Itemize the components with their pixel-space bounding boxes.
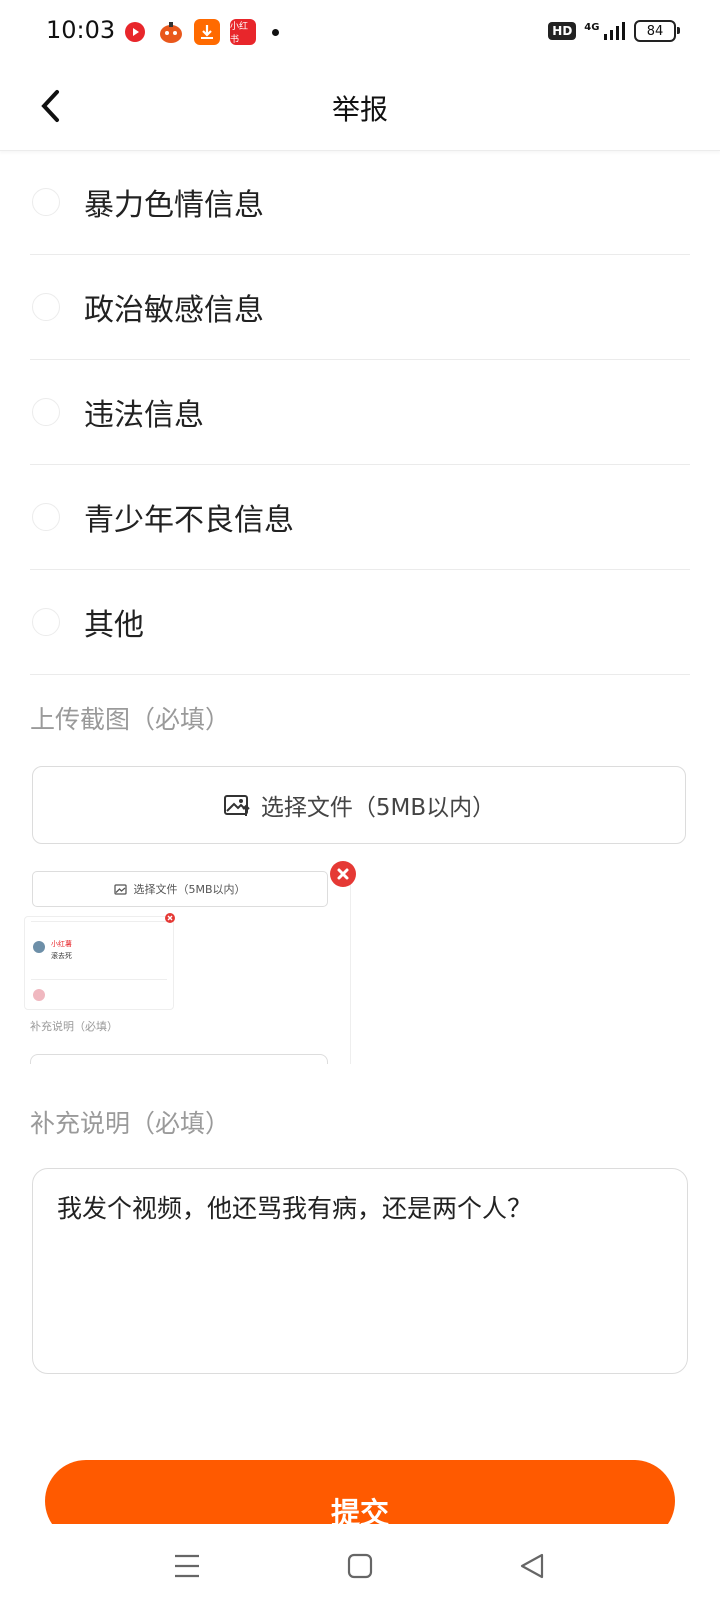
option-other[interactable]: 其他 (30, 570, 690, 675)
image-upload-icon (223, 795, 250, 816)
back-nav-button[interactable] (512, 1546, 552, 1586)
mini-app-icon: 小红书 (230, 19, 256, 45)
avatar (33, 941, 45, 953)
video-app-icon (122, 19, 148, 45)
option-violence[interactable]: 暴力色情信息 (30, 150, 690, 255)
image-upload-icon (114, 883, 128, 895)
hd-badge: HD (548, 22, 577, 40)
report-options: 暴力色情信息 政治敏感信息 违法信息 青少年不良信息 其他 (30, 150, 690, 675)
header: 举报 (0, 66, 720, 151)
menu-icon (175, 1554, 199, 1578)
battery-icon: 84 (634, 20, 680, 42)
home-button[interactable] (340, 1546, 380, 1586)
page-title: 举报 (331, 93, 388, 126)
thumbnail-upload-button: 选择文件（5MB以内） (32, 871, 328, 907)
thumbnail-upload-label: 选择文件（5MB以内） (133, 883, 246, 896)
thumbnail-input (30, 1054, 328, 1064)
menu-button[interactable] (167, 1546, 207, 1586)
square-icon (347, 1553, 373, 1579)
option-label: 暴力色情信息 (84, 188, 264, 223)
notification-icons: 小红书 (122, 19, 279, 45)
avatar (33, 989, 45, 1001)
option-label: 青少年不良信息 (84, 503, 294, 538)
thumbnail-user-name: 小红薯 (51, 940, 72, 948)
radio-button[interactable] (32, 188, 60, 216)
option-illegal[interactable]: 违法信息 (30, 360, 690, 465)
status-time: 10:03 (46, 16, 116, 44)
close-icon (165, 913, 175, 923)
game-app-icon (158, 19, 184, 45)
triangle-back-icon (520, 1553, 544, 1579)
description-textarea[interactable]: 我发个视频，他还骂我有病，还是两个人？ (32, 1168, 688, 1374)
option-label: 其他 (84, 608, 144, 643)
option-label: 违法信息 (84, 398, 204, 433)
thumbnail-comment: 滚去死 (51, 952, 72, 960)
close-icon (337, 868, 349, 880)
upload-button[interactable]: 选择文件（5MB以内） (32, 766, 686, 844)
status-bar: 10:03 小红书 HD 4G 84 (0, 0, 720, 66)
radio-button[interactable] (32, 608, 60, 636)
upload-button-label: 选择文件（5MB以内） (260, 795, 496, 821)
radio-button[interactable] (32, 293, 60, 321)
delete-image-button[interactable] (330, 861, 356, 887)
notification-dot-icon (272, 28, 279, 36)
system-nav-bar (0, 1524, 720, 1612)
description-section-label: 补充说明（必填） (30, 1109, 231, 1138)
download-app-icon (194, 19, 220, 45)
network-label: 4G (584, 22, 600, 33)
uploaded-thumbnail[interactable]: 选择文件（5MB以内） 小红薯 滚去死 补充说明（必填） (14, 868, 351, 1064)
option-minor[interactable]: 青少年不良信息 (30, 465, 690, 570)
option-political[interactable]: 政治敏感信息 (30, 255, 690, 360)
thumbnail-comment-card: 小红薯 滚去死 (24, 913, 175, 1010)
upload-section-label: 上传截图（必填） (30, 705, 231, 734)
thumbnail-label: 补充说明（必填） (30, 1020, 118, 1033)
option-label: 政治敏感信息 (84, 293, 264, 328)
radio-button[interactable] (32, 503, 60, 531)
status-right: HD 4G 84 (548, 20, 680, 42)
radio-button[interactable] (32, 398, 60, 426)
signal-icon: 4G (584, 22, 626, 40)
